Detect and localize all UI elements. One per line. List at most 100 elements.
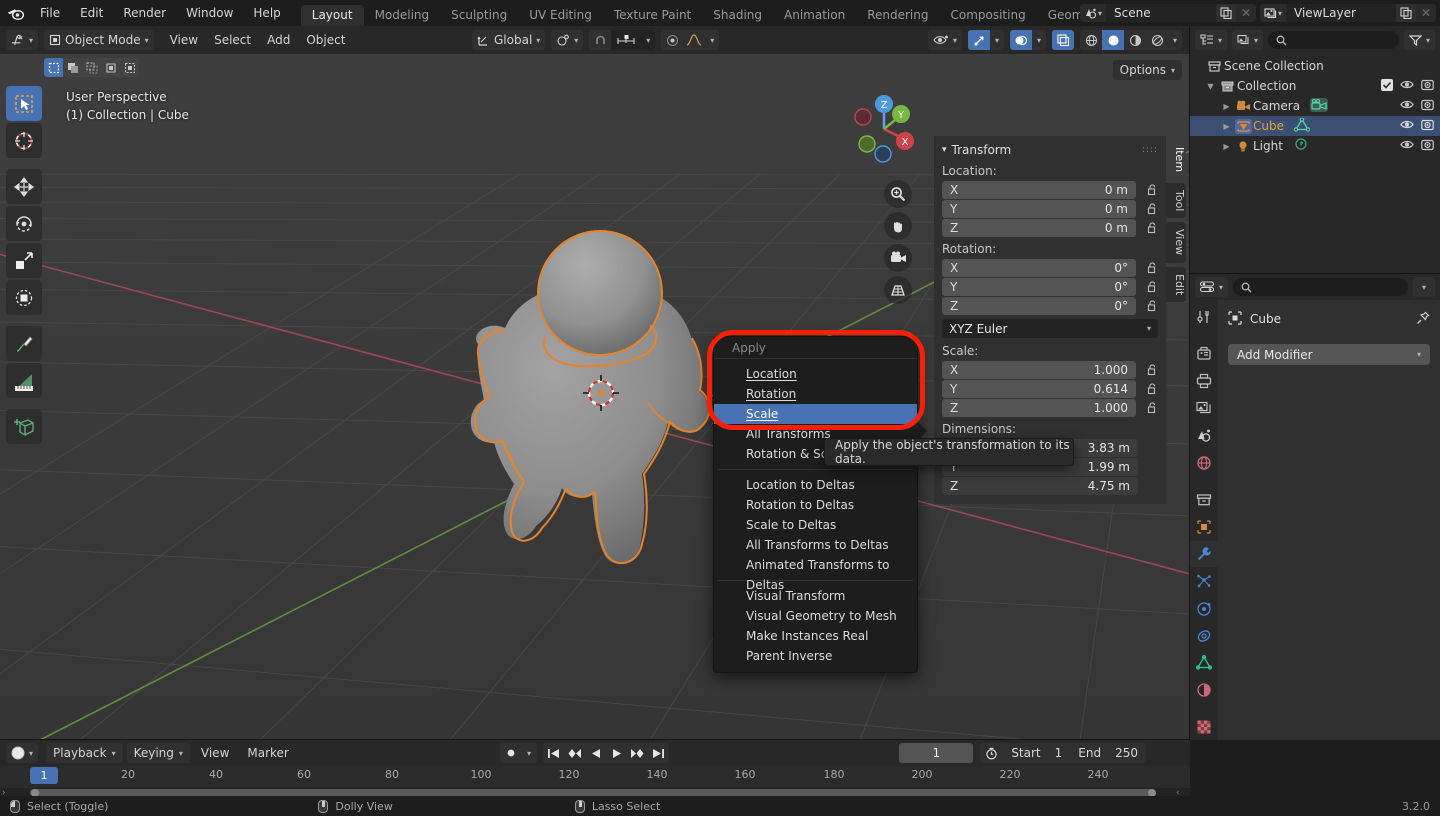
tool-add-cube[interactable] <box>6 409 42 444</box>
workspace-tab-animation[interactable]: Animation <box>773 5 856 26</box>
snapping-controls[interactable]: ▾ <box>589 30 656 50</box>
properties-tab-data[interactable] <box>1190 650 1218 676</box>
scale-z-row[interactable]: Z 1.000 <box>934 399 1166 417</box>
play-button[interactable] <box>606 743 627 763</box>
lock-icon[interactable] <box>1144 279 1160 295</box>
rotation-mode-dropdown[interactable]: XYZ Euler ▾ <box>942 319 1158 338</box>
properties-editor-type-selector[interactable]: ▾ <box>1195 277 1229 297</box>
chevron-down-icon[interactable]: ▾ <box>641 30 656 50</box>
chevron-down-icon[interactable]: ▾ <box>521 743 537 763</box>
proportional-editing-controls[interactable]: ▾ <box>661 30 720 50</box>
properties-tab-viewlayer[interactable] <box>1190 395 1218 421</box>
apply-menu[interactable]: Apply Location Rotation Scale All Transf… <box>713 336 918 673</box>
dimensions-z-row[interactable]: Z 4.75 m <box>934 477 1166 495</box>
outliner-filter-button[interactable]: ▾ <box>1403 30 1435 50</box>
tool-rotate[interactable] <box>6 206 42 241</box>
viewlayer-selector[interactable]: ▾ ViewLayer ✕ <box>1260 4 1436 22</box>
properties-tab-constraints[interactable] <box>1190 623 1218 649</box>
properties-tab-collection[interactable] <box>1190 486 1218 512</box>
rendered-shading-icon[interactable] <box>1146 30 1168 50</box>
dimensions-x-value[interactable]: 3.83 m <box>1088 441 1130 455</box>
outliner-row-cube[interactable]: ▶ Cube <box>1190 116 1440 136</box>
menu-edit[interactable]: Edit <box>70 0 113 26</box>
lock-icon[interactable] <box>1144 400 1160 416</box>
dimensions-y-value[interactable]: 1.99 m <box>1088 460 1130 474</box>
location-y-value[interactable]: 0 m <box>1105 202 1128 216</box>
chevron-down-icon[interactable]: ▾ <box>1032 30 1046 50</box>
rotation-x-row[interactable]: X 0° <box>934 259 1166 277</box>
menu-render[interactable]: Render <box>113 0 176 26</box>
transform-panel-header[interactable]: ▾ Transform :::: <box>934 140 1166 160</box>
jump-to-prev-keyframe-button[interactable] <box>564 743 585 763</box>
scale-x-value[interactable]: 1.000 <box>1094 363 1128 377</box>
remove-viewlayer-button[interactable]: ✕ <box>1416 4 1436 22</box>
properties-tab-material[interactable] <box>1190 677 1218 703</box>
sidebar-tab-edit[interactable]: Edit <box>1166 266 1186 302</box>
workspace-tab-compositing[interactable]: Compositing <box>939 5 1036 26</box>
outliner-editor-type-selector[interactable]: ▾ <box>1195 30 1228 50</box>
workspace-tab-texture-paint[interactable]: Texture Paint <box>603 5 702 26</box>
properties-tab-tool[interactable] <box>1190 304 1218 330</box>
dimensions-z-value[interactable]: 4.75 m <box>1088 479 1130 493</box>
lock-icon[interactable] <box>1144 362 1160 378</box>
show-gizmo-icon[interactable] <box>968 30 990 50</box>
location-y-row[interactable]: Y 0 m <box>934 200 1166 218</box>
use-preview-range-icon[interactable] <box>980 747 1003 760</box>
pivot-point-selector[interactable]: ▾ <box>551 30 584 50</box>
current-frame-field[interactable]: 1 <box>899 743 974 763</box>
sidebar-tab-item[interactable]: Item <box>1166 140 1186 180</box>
apply-menu-item-all-transforms-to-deltas[interactable]: All Transforms to Deltas <box>714 535 917 555</box>
properties-tab-object[interactable] <box>1190 514 1218 540</box>
properties-tab-texture[interactable] <box>1190 714 1218 740</box>
proportional-edit-icon[interactable] <box>661 30 684 50</box>
visibility-gizmo-selector[interactable]: ▾ <box>927 30 962 50</box>
apply-menu-item-location-to-deltas[interactable]: Location to Deltas <box>714 475 917 495</box>
blender-logo-icon[interactable] <box>0 0 30 26</box>
outliner-row-camera[interactable]: ▶ Camera <box>1190 96 1440 116</box>
start-frame-field[interactable]: Start 1 <box>1003 746 1070 760</box>
editor-divider-vertical[interactable] <box>1189 26 1190 740</box>
keying-dropdown[interactable]: Keying ▾ <box>126 743 190 763</box>
scene-selector[interactable]: ▾ Scene ✕ <box>1080 4 1256 22</box>
invert-select-icon[interactable] <box>101 58 120 77</box>
tool-transform[interactable] <box>6 280 42 315</box>
menu-window[interactable]: Window <box>176 0 243 26</box>
apply-menu-item-make-instances-real[interactable]: Make Instances Real <box>714 626 917 646</box>
playback-controls[interactable] <box>543 743 669 763</box>
editor-divider-horizontal[interactable] <box>1190 273 1440 274</box>
chevron-down-icon[interactable]: ▾ <box>705 30 720 50</box>
scale-y-value[interactable]: 0.614 <box>1094 382 1128 396</box>
properties-tab-render[interactable] <box>1190 341 1218 367</box>
viewport-toolbar[interactable] <box>6 86 42 444</box>
properties-tab-physics[interactable] <box>1190 595 1218 621</box>
scene-name[interactable]: Scene <box>1106 4 1216 22</box>
collection-checkbox[interactable] <box>1381 78 1393 94</box>
lock-icon[interactable] <box>1144 260 1160 276</box>
playback-dropdown[interactable]: Playback ▾ <box>46 743 123 763</box>
viewlayer-name[interactable]: ViewLayer <box>1286 4 1396 22</box>
chevron-down-icon[interactable]: ▾ <box>1168 30 1182 50</box>
zoom-view-icon[interactable] <box>884 180 912 208</box>
tweak-select-icon[interactable] <box>44 58 63 77</box>
properties-tab-column[interactable] <box>1190 300 1218 740</box>
rotation-y-value[interactable]: 0° <box>1114 280 1128 294</box>
tool-measure[interactable] <box>6 363 42 398</box>
object-mode-selector[interactable]: Object Mode ▾ <box>44 30 154 50</box>
jump-to-next-keyframe-button[interactable] <box>627 743 648 763</box>
gizmo-toggle-group[interactable]: ▾ <box>968 30 1004 50</box>
scale-x-row[interactable]: X 1.000 <box>934 361 1166 379</box>
add-modifier-button[interactable]: Add Modifier ▾ <box>1228 344 1430 365</box>
end-frame-field[interactable]: End 250 <box>1070 746 1146 760</box>
xray-toggle[interactable] <box>1052 30 1074 50</box>
lock-icon[interactable] <box>1144 381 1160 397</box>
rotation-x-value[interactable]: 0° <box>1114 261 1128 275</box>
rotation-y-row[interactable]: Y 0° <box>934 278 1166 296</box>
properties-tab-scene[interactable] <box>1190 422 1218 448</box>
apply-menu-item-visual-geometry-to-mesh[interactable]: Visual Geometry to Mesh <box>714 606 917 626</box>
workspace-tab-layout[interactable]: Layout <box>300 5 364 26</box>
apply-menu-item-rotation-to-deltas[interactable]: Rotation to Deltas <box>714 495 917 515</box>
mesh-data-icon[interactable] <box>1293 116 1311 135</box>
eye-icon[interactable] <box>1400 99 1414 113</box>
jump-to-end-button[interactable] <box>648 743 669 763</box>
timeline-menu-marker[interactable]: Marker <box>240 743 295 763</box>
